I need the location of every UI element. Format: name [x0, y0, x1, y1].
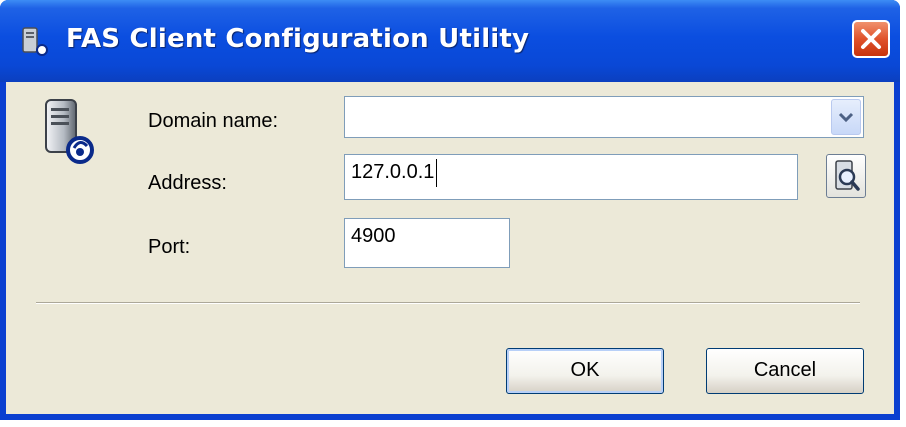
domain-name-label: Domain name: — [148, 110, 279, 132]
cancel-button[interactable]: Cancel — [706, 348, 864, 394]
dialog-body: Domain name: Address: 127.0.0.1 Port: 49… — [6, 82, 894, 414]
domain-dropdown-button[interactable] — [831, 99, 861, 135]
port-value[interactable]: 4900 — [351, 225, 396, 247]
close-icon — [861, 29, 881, 49]
domain-name-combobox[interactable] — [344, 96, 864, 138]
text-caret — [436, 159, 438, 187]
ok-button[interactable]: OK — [506, 348, 664, 394]
dialog-window: FAS Client Configuration Utility Domain … — [0, 0, 900, 420]
address-input[interactable]: 127.0.0.1 — [344, 154, 798, 200]
port-label: Port: — [148, 236, 191, 258]
title-bar[interactable]: FAS Client Configuration Utility — [0, 0, 900, 82]
search-server-icon — [835, 160, 860, 191]
address-value[interactable]: 127.0.0.1 — [351, 161, 434, 183]
window-title: FAS Client Configuration Utility — [66, 24, 530, 54]
browse-server-button[interactable] — [826, 154, 866, 198]
server-connection-icon — [45, 99, 94, 164]
chevron-down-icon — [838, 112, 854, 123]
address-label: Address: — [148, 172, 227, 194]
close-button[interactable] — [852, 20, 890, 58]
server-connection-icon — [22, 27, 48, 56]
port-input[interactable]: 4900 — [344, 218, 510, 268]
separator — [36, 302, 860, 304]
